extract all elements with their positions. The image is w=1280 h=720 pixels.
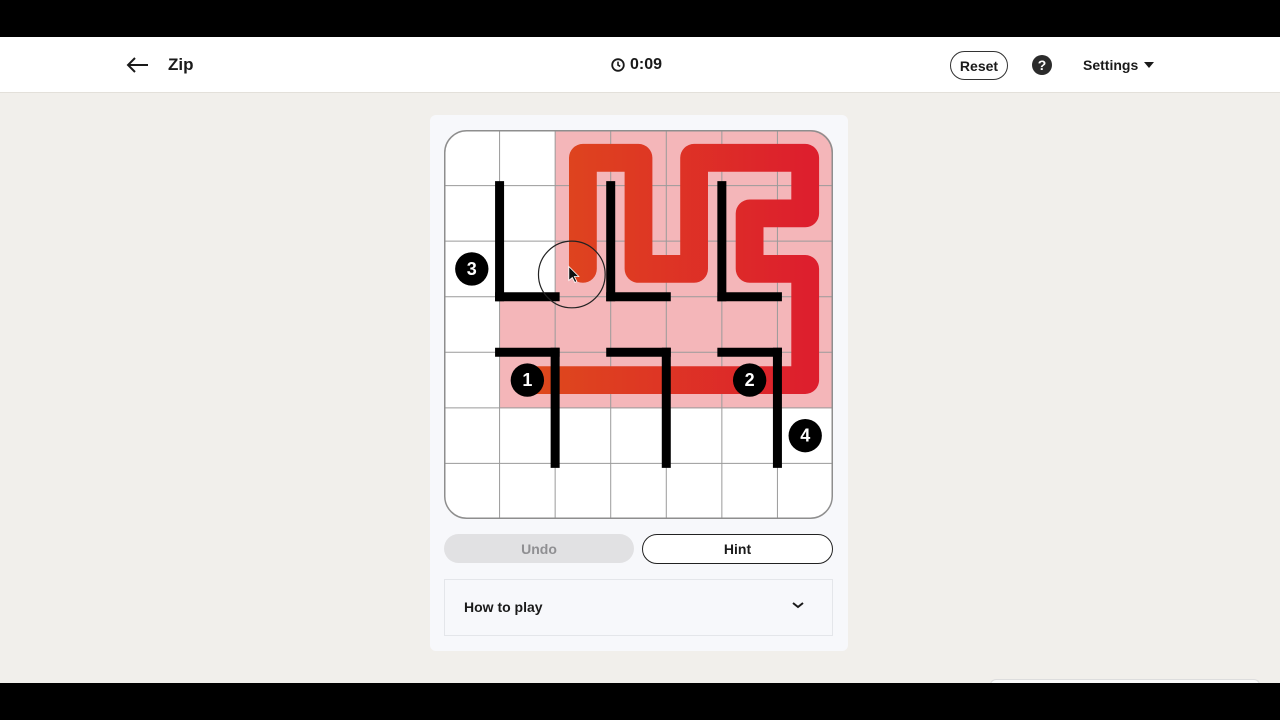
settings-dropdown[interactable]: Settings	[1083, 57, 1155, 73]
checkpoint-2: 2	[732, 363, 767, 397]
header: Zip 0:09 Reset ? Settings	[0, 37, 1280, 93]
puzzle-board[interactable]: 1 2 3 4	[444, 130, 834, 520]
settings-label: Settings	[1083, 57, 1139, 73]
reset-button[interactable]: Reset	[950, 51, 1008, 80]
filled-cell	[499, 296, 556, 353]
letterbox-top	[0, 0, 1280, 37]
checkpoint-4: 4	[788, 418, 822, 453]
letterbox-bottom	[0, 683, 1280, 720]
checkpoint-number: 4	[800, 426, 810, 446]
filled-cell	[555, 296, 612, 353]
game-title: Zip	[168, 55, 194, 74]
arrow-left-icon	[126, 57, 148, 73]
app: Zip 0:09 Reset ? Settings 1 2 3 4 Undo H…	[0, 37, 1280, 683]
checkpoint-number: 2	[745, 370, 755, 390]
caret-down-icon	[1144, 62, 1155, 68]
timer: 0:09	[611, 56, 662, 74]
timer-value: 0:09	[630, 56, 663, 73]
how-to-play-label: How to play	[464, 599, 543, 615]
question-circle-icon[interactable]: ?	[1032, 55, 1052, 75]
chevron-down-icon	[792, 602, 804, 609]
filled-cell	[721, 296, 778, 353]
checkpoint-1: 1	[510, 363, 545, 397]
back-button[interactable]	[124, 53, 152, 77]
clock-icon	[611, 58, 625, 72]
filled-cell	[610, 296, 667, 353]
undo-button[interactable]: Undo	[444, 534, 634, 563]
checkpoint-number: 3	[467, 259, 477, 279]
checkpoint-number: 1	[522, 370, 532, 390]
filled-cell	[666, 296, 723, 353]
checkpoint-3: 3	[455, 252, 489, 286]
how-to-play-accordion[interactable]: How to play	[444, 579, 833, 636]
hint-button[interactable]: Hint	[642, 534, 833, 564]
